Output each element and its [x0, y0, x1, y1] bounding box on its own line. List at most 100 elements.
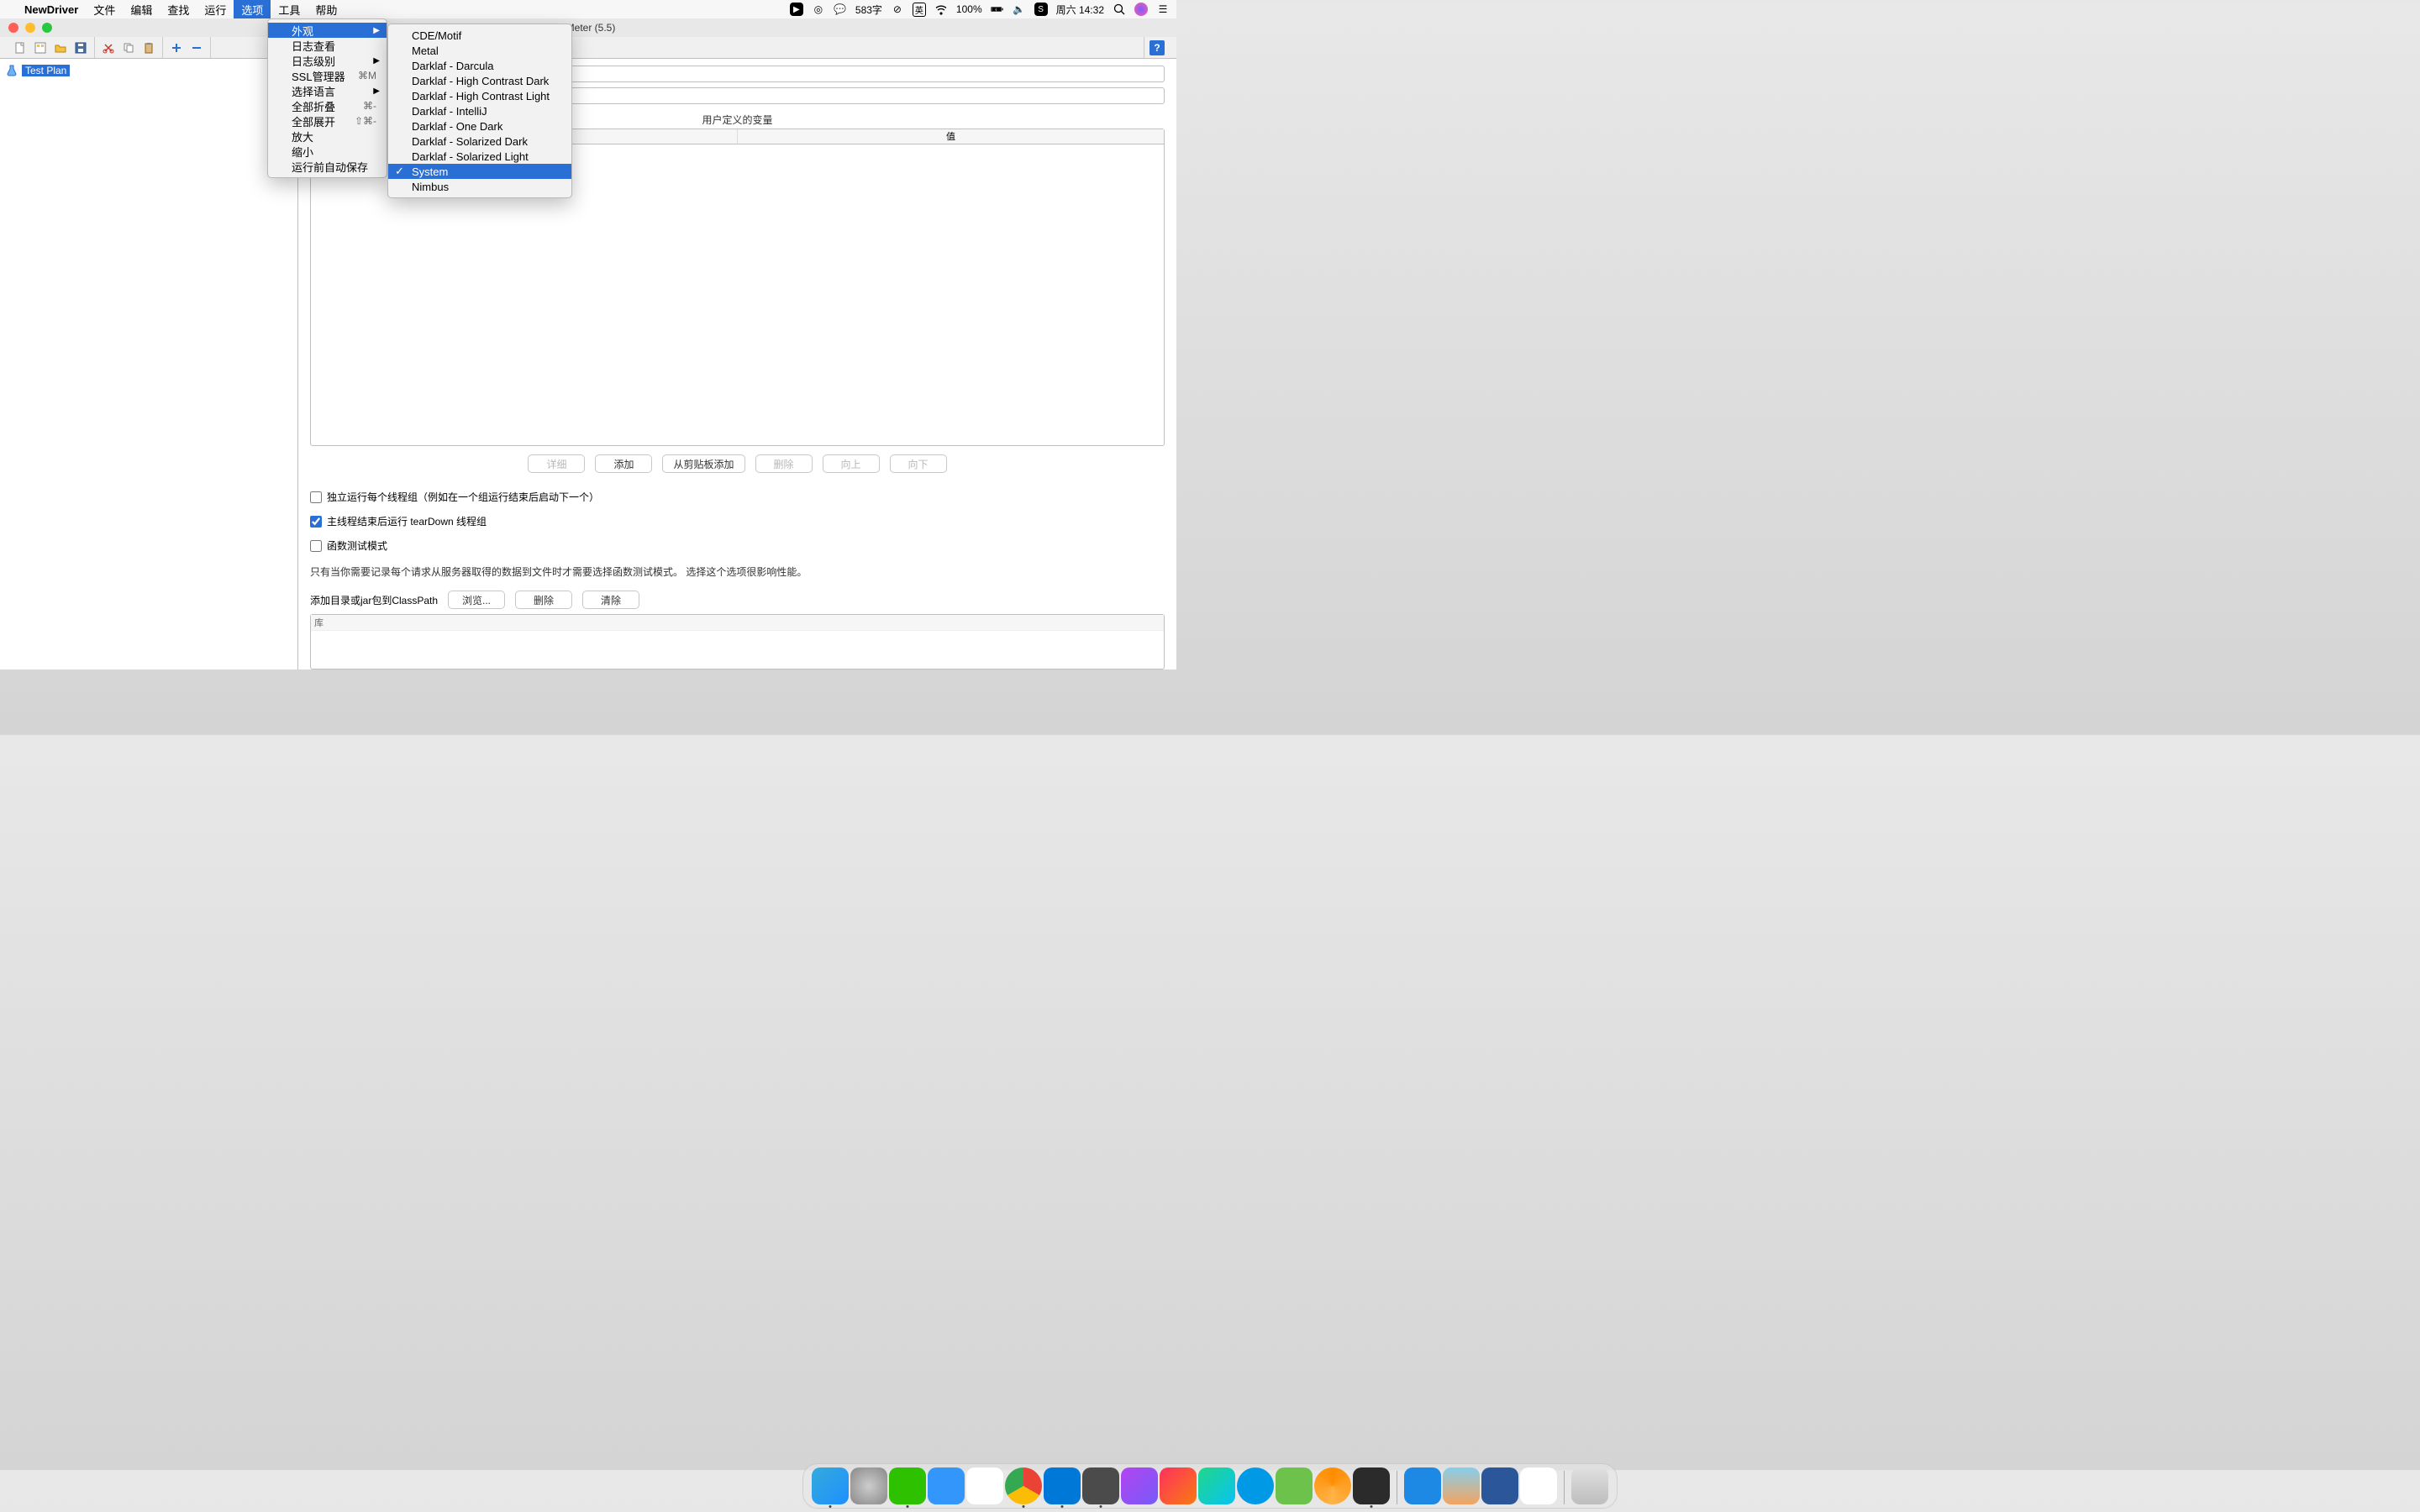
battery-icon[interactable] — [991, 3, 1004, 16]
new-icon[interactable] — [12, 39, 29, 56]
dock-qq[interactable] — [966, 1467, 1003, 1504]
tree-root-item[interactable]: Test Plan — [5, 64, 292, 77]
col-value: 值 — [738, 129, 1164, 144]
lib-table[interactable]: 库 — [310, 614, 1165, 669]
dock-vscode[interactable] — [1044, 1467, 1081, 1504]
delete-button[interactable]: 删除 — [755, 454, 813, 473]
theme-intellij[interactable]: Darklaf - IntelliJ — [388, 103, 571, 118]
theme-hcdark[interactable]: Darklaf - High Contrast Dark — [388, 73, 571, 88]
down-button[interactable]: 向下 — [890, 454, 947, 473]
dock-trash[interactable] — [1571, 1467, 1608, 1504]
dock-app-blue[interactable] — [1237, 1467, 1274, 1504]
cp-delete-button[interactable]: 删除 — [515, 591, 572, 609]
volume-icon[interactable]: 🔈 — [1013, 3, 1026, 16]
dock-phpstorm[interactable] — [1121, 1467, 1158, 1504]
theme-cdemotif[interactable]: CDE/Motif — [388, 28, 571, 43]
theme-system[interactable]: ✓System — [388, 164, 571, 179]
save-icon[interactable] — [72, 39, 89, 56]
up-button[interactable]: 向上 — [823, 454, 880, 473]
dock-word[interactable] — [1481, 1467, 1518, 1504]
menu-options[interactable]: 选项 — [234, 0, 271, 18]
dock-terminal[interactable] — [1353, 1467, 1390, 1504]
wifi-icon[interactable] — [934, 3, 948, 16]
zoom-button[interactable] — [42, 23, 52, 33]
wechat-icon[interactable]: 💬 — [834, 3, 847, 16]
theme-soldark[interactable]: Darklaf - Solarized Dark — [388, 134, 571, 149]
open-icon[interactable] — [52, 39, 69, 56]
menu-run[interactable]: 运行 — [197, 0, 234, 18]
dock-app-orange[interactable] — [1314, 1467, 1351, 1504]
check-teardown[interactable]: 主线程结束后运行 tearDown 线程组 — [310, 514, 1165, 528]
theme-hclight[interactable]: Darklaf - High Contrast Light — [388, 88, 571, 103]
clock[interactable]: 周六 14:32 — [1056, 3, 1104, 17]
options-dropdown: 外观▶ 日志查看 日志级别▶ SSL管理器⌘M 选择语言▶ 全部折叠⌘- 全部展… — [267, 18, 387, 178]
theme-sollight[interactable]: Darklaf - Solarized Light — [388, 149, 571, 164]
spotlight-icon[interactable] — [1113, 3, 1126, 16]
menu-tools[interactable]: 工具 — [271, 0, 308, 18]
mi-appearance[interactable]: 外观▶ — [268, 23, 387, 38]
mi-lang[interactable]: 选择语言▶ — [268, 83, 387, 98]
minimize-button[interactable] — [25, 23, 35, 33]
classpath-label: 添加目录或jar包到ClassPath — [310, 593, 438, 607]
dnd-icon[interactable]: ⊘ — [891, 3, 904, 16]
flask-icon — [5, 64, 18, 77]
check-functional[interactable]: 函数测试模式 — [310, 538, 1165, 553]
menubar-appname[interactable]: NewDriver — [17, 0, 86, 18]
tree-panel[interactable]: Test Plan — [0, 59, 298, 669]
status-icon-1[interactable]: ▶ — [790, 3, 803, 16]
dock-wechat[interactable] — [889, 1467, 926, 1504]
theme-darcula[interactable]: Darklaf - Darcula — [388, 58, 571, 73]
tree-root-label: Test Plan — [22, 65, 70, 76]
dock-pycharm[interactable] — [1198, 1467, 1235, 1504]
wechat-count: 583字 — [855, 3, 882, 17]
check-independent[interactable]: 独立运行每个线程组（例如在一个组运行结束后启动下一个） — [310, 490, 1165, 504]
mi-loglevel[interactable]: 日志级别▶ — [268, 53, 387, 68]
close-button[interactable] — [8, 23, 18, 33]
ime-indicator[interactable]: 英 — [913, 3, 926, 17]
theme-nimbus[interactable]: Nimbus — [388, 179, 571, 194]
dock — [802, 1463, 1618, 1509]
expand-icon[interactable] — [168, 39, 185, 56]
toolbar: ? — [0, 37, 1176, 59]
dock-finder[interactable] — [812, 1467, 849, 1504]
cp-clear-button[interactable]: 清除 — [582, 591, 639, 609]
mi-zoomin[interactable]: 放大 — [268, 129, 387, 144]
dock-notes[interactable] — [1404, 1467, 1441, 1504]
siri-icon[interactable] — [1134, 3, 1148, 16]
add-clipboard-button[interactable]: 从剪贴板添加 — [662, 454, 744, 473]
help-icon[interactable]: ? — [1150, 40, 1165, 55]
mi-logview[interactable]: 日志查看 — [268, 38, 387, 53]
notification-center-icon[interactable]: ☰ — [1156, 3, 1170, 16]
dock-intellij[interactable] — [1160, 1467, 1197, 1504]
mi-autosave[interactable]: 运行前自动保存 — [268, 159, 387, 174]
menu-edit[interactable]: 编辑 — [123, 0, 160, 18]
menu-help[interactable]: 帮助 — [308, 0, 345, 18]
dock-dingtalk[interactable] — [928, 1467, 965, 1504]
browse-button[interactable]: 浏览... — [448, 591, 505, 609]
sogou-icon[interactable]: S — [1034, 3, 1048, 16]
dock-separator-2 — [1564, 1471, 1565, 1504]
dock-launchpad[interactable] — [850, 1467, 887, 1504]
dock-chrome[interactable] — [1005, 1467, 1042, 1504]
dock-app-green[interactable] — [1276, 1467, 1313, 1504]
template-icon[interactable] — [32, 39, 49, 56]
copy-icon[interactable] — [120, 39, 137, 56]
collapse-icon[interactable] — [188, 39, 205, 56]
theme-onedark[interactable]: Darklaf - One Dark — [388, 118, 571, 134]
mi-ssl[interactable]: SSL管理器⌘M — [268, 68, 387, 83]
mi-collapse[interactable]: 全部折叠⌘- — [268, 98, 387, 113]
mi-expand[interactable]: 全部展开⇧⌘- — [268, 113, 387, 129]
dock-preview[interactable] — [1443, 1467, 1480, 1504]
status-icon-2[interactable]: ◎ — [812, 3, 825, 16]
detail-button[interactable]: 详细 — [528, 454, 585, 473]
cut-icon[interactable] — [100, 39, 117, 56]
theme-metal[interactable]: Metal — [388, 43, 571, 58]
themes-submenu: CDE/Motif Metal Darklaf - Darcula Darkla… — [387, 24, 572, 198]
paste-icon[interactable] — [140, 39, 157, 56]
mi-zoomout[interactable]: 缩小 — [268, 144, 387, 159]
dock-java[interactable] — [1520, 1467, 1557, 1504]
menu-file[interactable]: 文件 — [86, 0, 123, 18]
menu-find[interactable]: 查找 — [160, 0, 197, 18]
dock-sublime[interactable] — [1082, 1467, 1119, 1504]
add-button[interactable]: 添加 — [595, 454, 652, 473]
